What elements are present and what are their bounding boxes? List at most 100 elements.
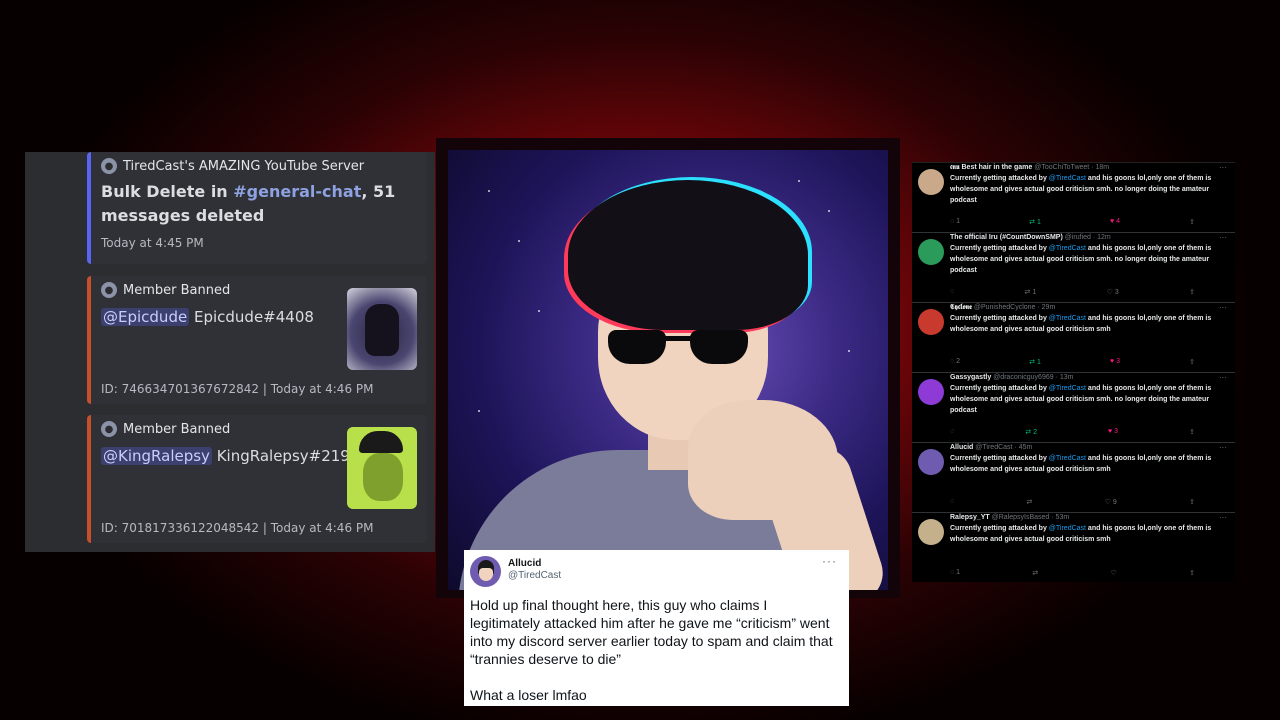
more-dots-icon[interactable]: ··· <box>1219 373 1227 382</box>
server-icon: ● <box>101 158 117 174</box>
retweet-button[interactable]: ⇄ <box>1026 498 1032 506</box>
retweet-button[interactable]: ⇄ 2 <box>1025 428 1037 436</box>
more-dots-icon[interactable]: ··· <box>1219 233 1227 242</box>
ban-label: Member Banned <box>123 421 231 437</box>
like-button[interactable]: ♥ 3 <box>1110 358 1120 366</box>
like-button[interactable]: ♡ <box>1111 569 1117 577</box>
discord-audit-log: ● TiredCast's AMAZING YouTube Server Bul… <box>25 152 435 552</box>
more-dots-icon[interactable]: ··· <box>1219 513 1227 522</box>
avatar[interactable] <box>918 449 944 475</box>
banned-user-thumbnail <box>347 288 417 370</box>
reply-button[interactable]: ◌ 1 <box>950 218 960 226</box>
reply-button[interactable]: ◌ <box>950 498 954 506</box>
more-dots-icon[interactable]: ··· <box>822 554 837 568</box>
like-button[interactable]: ♡ 9 <box>1105 498 1117 506</box>
mention-link[interactable]: @TiredCast <box>1049 455 1086 462</box>
tweet-text: Currently getting attacked by @TiredCast… <box>950 453 1229 475</box>
display-name[interactable]: 𝕮𝖞𝖈𝖑𝖔𝖓𝖊 <box>950 304 972 311</box>
video-thumbnail: ● TiredCast's AMAZING YouTube Server Bul… <box>0 0 1280 720</box>
tweet[interactable]: 𝖈𝖓𝖚 Best hair in the game @TooChiToTweet… <box>912 163 1235 233</box>
user-mention[interactable]: @Epicdude <box>101 308 190 326</box>
share-icon[interactable]: ⇪ <box>1189 428 1195 436</box>
display-name[interactable]: 𝖈𝖓𝖚 Best hair in the game <box>950 164 1032 171</box>
character-hair <box>568 180 808 330</box>
mention-link[interactable]: @TiredCast <box>1049 385 1086 392</box>
user-tag: Epicdude#4408 <box>193 308 314 326</box>
handle: @TooChiToTweet · 18m <box>1034 164 1110 171</box>
more-dots-icon[interactable]: ··· <box>1219 303 1227 312</box>
banned-user-thumbnail <box>347 427 417 509</box>
text-pre: Currently getting attacked by <box>950 525 1049 532</box>
more-dots-icon[interactable]: ··· <box>1219 443 1227 452</box>
reply-button[interactable]: ◌ <box>950 288 954 296</box>
handle: @RalepsyIsBased · 53m <box>991 514 1070 521</box>
avatar[interactable] <box>918 519 944 545</box>
twitter-feed: 𝖈𝖓𝖚 Best hair in the game @TooChiToTweet… <box>912 162 1235 582</box>
avatar[interactable] <box>918 309 944 335</box>
display-name[interactable]: Gassygastly <box>950 374 991 381</box>
avatar[interactable] <box>918 169 944 195</box>
avatar[interactable] <box>470 556 501 587</box>
reply-icon: ◌ <box>950 218 955 225</box>
tweet[interactable]: The official Iru (#CountDownSMP) @irufie… <box>912 233 1235 303</box>
mention-link[interactable]: @TiredCast <box>1049 525 1086 532</box>
heart-icon: ♡ <box>1104 499 1111 506</box>
user-avatar-icon: ● <box>101 282 117 298</box>
tweet-actions: ◌ 2 ⇄ 1 ♥ 3 ⇪ <box>950 358 1195 366</box>
tweet-text: Currently getting attacked by @TiredCast… <box>950 173 1229 206</box>
like-button[interactable]: ♥ 3 <box>1108 428 1118 436</box>
heart-icon: ♡ <box>1106 289 1113 296</box>
tweet-actions: ◌ 1 ⇄ ♡ ⇪ <box>950 569 1195 577</box>
text-pre: Currently getting attacked by <box>950 455 1049 462</box>
like-button[interactable]: ♡ 3 <box>1107 288 1119 296</box>
avatar[interactable] <box>918 379 944 405</box>
retweet-button[interactable]: ⇄ 1 <box>1029 218 1041 226</box>
mention-link[interactable]: @TiredCast <box>1049 245 1086 252</box>
user-mention[interactable]: @KingRalepsy <box>101 447 212 465</box>
display-name[interactable]: Allucid <box>508 558 541 569</box>
share-icon[interactable]: ⇪ <box>1189 218 1195 226</box>
tweet-text: Currently getting attacked by @TiredCast… <box>950 523 1229 545</box>
more-dots-icon[interactable]: ··· <box>1219 163 1227 172</box>
retweet-count: 1 <box>1036 219 1041 226</box>
retweet-button[interactable]: ⇄ 1 <box>1025 288 1037 296</box>
reply-icon: ◌ <box>950 569 955 576</box>
mention-link[interactable]: @TiredCast <box>1049 315 1086 322</box>
reply-count: 1 <box>956 569 961 576</box>
text-pre: Currently getting attacked by <box>950 385 1049 392</box>
text-pre: Currently getting attacked by <box>950 315 1049 322</box>
display-name[interactable]: The official Iru (#CountDownSMP) <box>950 234 1063 241</box>
reply-button[interactable]: ◌ 2 <box>950 358 960 366</box>
retweet-icon: ⇄ <box>1025 429 1032 436</box>
handle: @irufied · 12m <box>1064 234 1111 241</box>
like-button[interactable]: ♥ 4 <box>1110 218 1120 226</box>
avatar[interactable] <box>918 239 944 265</box>
retweet-button[interactable]: ⇄ 1 <box>1029 358 1041 366</box>
tweet-header: Ralepsy_YT @RalepsyIsBased · 53m <box>950 513 1229 523</box>
tweet-header: 𝕮𝖞𝖈𝖑𝖔𝖓𝖊 @PunishedCyclone · 29m <box>950 303 1229 313</box>
display-name[interactable]: Allucid <box>950 444 973 451</box>
reply-button[interactable]: ◌ 1 <box>950 569 960 577</box>
tweet-text: Currently getting attacked by @TiredCast… <box>950 313 1229 335</box>
tweet-actions: ◌ ⇄ ♡ 9 ⇪ <box>950 498 1195 506</box>
share-icon[interactable]: ⇪ <box>1189 288 1195 296</box>
portrait-illustration <box>448 150 888 590</box>
reply-count: 2 <box>956 358 961 365</box>
tweet[interactable]: Ralepsy_YT @RalepsyIsBased · 53m ··· Cur… <box>912 513 1235 582</box>
retweet-button[interactable]: ⇄ <box>1032 569 1038 577</box>
tweet-text: Currently getting attacked by @TiredCast… <box>950 383 1229 416</box>
share-icon[interactable]: ⇪ <box>1189 569 1195 577</box>
display-name[interactable]: Ralepsy_YT <box>950 514 990 521</box>
server-author: ● TiredCast's AMAZING YouTube Server <box>101 158 417 174</box>
reply-button[interactable]: ◌ <box>950 428 954 436</box>
tweet[interactable]: Gassygastly @draconicguy6969 · 13m ··· C… <box>912 373 1235 443</box>
retweet-icon: ⇄ <box>1029 219 1036 226</box>
member-banned-embed: ● Member Banned @Epicdude Epicdude#4408 … <box>87 276 427 404</box>
share-icon[interactable]: ⇪ <box>1189 358 1195 366</box>
tweet-card[interactable]: Allucid @TiredCast ··· Hold up final tho… <box>464 550 849 706</box>
share-icon[interactable]: ⇪ <box>1189 498 1195 506</box>
channel-link[interactable]: #general-chat <box>233 182 361 201</box>
mention-link[interactable]: @TiredCast <box>1049 175 1086 182</box>
tweet[interactable]: Allucid @TiredCast · 45m ··· Currently g… <box>912 443 1235 513</box>
tweet[interactable]: 𝕮𝖞𝖈𝖑𝖔𝖓𝖊 @PunishedCyclone · 29m ··· Curre… <box>912 303 1235 373</box>
